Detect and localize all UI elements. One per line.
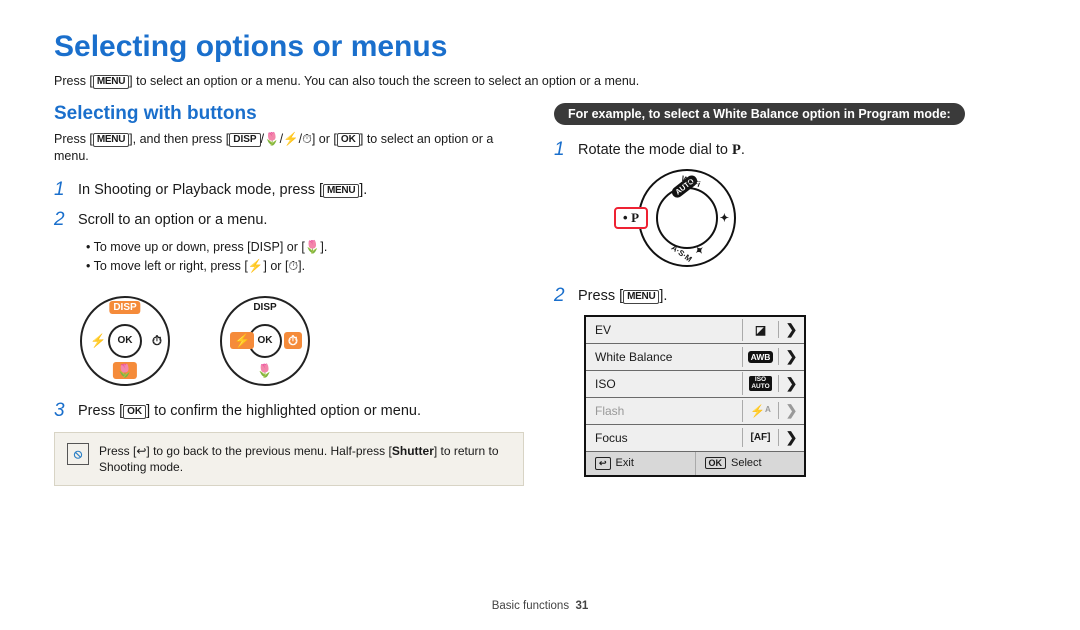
- chevron-right-icon: ❯: [778, 429, 804, 446]
- menu-button-label: MENU: [93, 133, 129, 147]
- ok-button-label: OK: [123, 405, 146, 419]
- step-number: 2: [554, 285, 578, 307]
- step-2: 2 Scroll to an option or a menu.: [54, 209, 524, 231]
- dpad-left-highlight: ⚡: [230, 332, 254, 349]
- chevron-right-icon: ❯: [778, 375, 804, 392]
- flash-icon: ⚡ᴬ: [742, 400, 778, 422]
- page-title: Selecting options or menus: [54, 30, 1026, 64]
- menu-button-label: MENU: [323, 184, 359, 198]
- dpad-top-highlight: DISP: [109, 301, 140, 314]
- menu-button-label: MENU: [623, 290, 659, 304]
- mode-dial: • P AUTO Wi-Fi A·S·M ✦ ✦: [638, 169, 736, 267]
- bullet: To move left or right, press [⚡] or [⏱].: [86, 257, 524, 276]
- ok-button-label: OK: [337, 133, 360, 147]
- step-text: Scroll to an option or a menu.: [78, 209, 267, 231]
- page-intro: Press [MENU] to select an option or a me…: [54, 74, 1026, 89]
- dpad-top: DISP: [253, 302, 276, 313]
- step-text: Press [OK] to confirm the highlighted op…: [78, 400, 421, 422]
- menu-row-flash: Flash ⚡ᴬ ❯: [586, 398, 804, 425]
- step-text: In Shooting or Playback mode, press [MEN…: [78, 179, 367, 201]
- mode-dial-p-highlight: • P: [614, 207, 648, 229]
- back-key-icon: ↩: [595, 457, 611, 470]
- note-text: Press [↩] to go back to the previous men…: [99, 443, 511, 475]
- chevron-right-icon: ❯: [778, 402, 804, 419]
- step-number: 1: [54, 179, 78, 201]
- step-2-bullets: To move up or down, press [DISP] or [🌷].…: [54, 238, 524, 276]
- ev-icon: ◪: [742, 319, 778, 341]
- step-1: 1 In Shooting or Playback mode, press [M…: [54, 179, 524, 201]
- note-icon: ⦸: [67, 443, 89, 465]
- menu-row-iso: ISO ISO AUTO ❯: [586, 371, 804, 398]
- section-intro: Press [MENU], and then press [DISP/🌷/⚡/⏱…: [54, 131, 524, 165]
- note-box: ⦸ Press [↩] to go back to the previous m…: [54, 432, 524, 486]
- menu-footer: ↩ Exit OK Select: [586, 452, 804, 475]
- right-column: For example, to select a White Balance o…: [554, 103, 1024, 486]
- menu-row-ev: EV ◪ ❯: [586, 317, 804, 344]
- awb-icon: AWB: [742, 347, 778, 367]
- step-number: 3: [54, 400, 78, 422]
- menu-row-wb: White Balance AWB ❯: [586, 344, 804, 371]
- chevron-right-icon: ❯: [778, 348, 804, 365]
- disp-button-label: DISP: [229, 133, 260, 147]
- menu-footer-exit: ↩ Exit: [586, 452, 695, 475]
- dpad-bottom-highlight: 🌷: [113, 362, 137, 379]
- menu-row-focus: Focus [AF] ❯: [586, 425, 804, 452]
- manual-page: Selecting options or menus Press [MENU] …: [0, 0, 1080, 486]
- dpad-right-highlight: ⏱: [284, 332, 302, 349]
- step-number: 1: [554, 139, 578, 161]
- camera-menu-preview: EV ◪ ❯ White Balance AWB ❯ ISO ISO AUTO …: [584, 315, 806, 477]
- step-number: 2: [54, 209, 78, 231]
- step-3: 3 Press [OK] to confirm the highlighted …: [54, 400, 524, 422]
- left-column: Selecting with buttons Press [MENU], and…: [54, 103, 524, 486]
- step-text: Press [MENU].: [578, 285, 667, 307]
- ok-key-icon: OK: [705, 457, 727, 469]
- dpad-bottom-icon: 🌷: [257, 363, 273, 379]
- chevron-right-icon: ❯: [778, 321, 804, 338]
- step-text: Rotate the mode dial to P.: [578, 139, 745, 161]
- menu-footer-select: OK Select: [695, 452, 805, 475]
- example-step-1: 1 Rotate the mode dial to P.: [554, 139, 1024, 161]
- dpad-leftright: DISP ⚡ ⏱ 🌷 OK: [220, 296, 310, 386]
- dpad-updown: DISP ⚡ ⏱ 🌷 OK: [80, 296, 170, 386]
- mode-dial-mark: ✦: [720, 211, 729, 224]
- section-title: Selecting with buttons: [54, 103, 524, 125]
- focus-icon: [AF]: [742, 428, 778, 447]
- menu-button-label: MENU: [93, 75, 129, 89]
- example-step-2: 2 Press [MENU].: [554, 285, 1024, 307]
- dpad-illustrations: DISP ⚡ ⏱ 🌷 OK DISP ⚡ ⏱ 🌷 OK: [54, 284, 524, 400]
- dpad-left-icon: ⚡: [90, 333, 106, 349]
- dpad-right-icon: ⏱: [152, 333, 162, 349]
- page-footer: Basic functions 31: [492, 600, 589, 612]
- example-callout: For example, to select a White Balance o…: [554, 103, 965, 125]
- bullet: To move up or down, press [DISP] or [🌷].: [86, 238, 524, 257]
- dpad-ok: OK: [108, 324, 142, 358]
- iso-icon: ISO AUTO: [742, 372, 778, 395]
